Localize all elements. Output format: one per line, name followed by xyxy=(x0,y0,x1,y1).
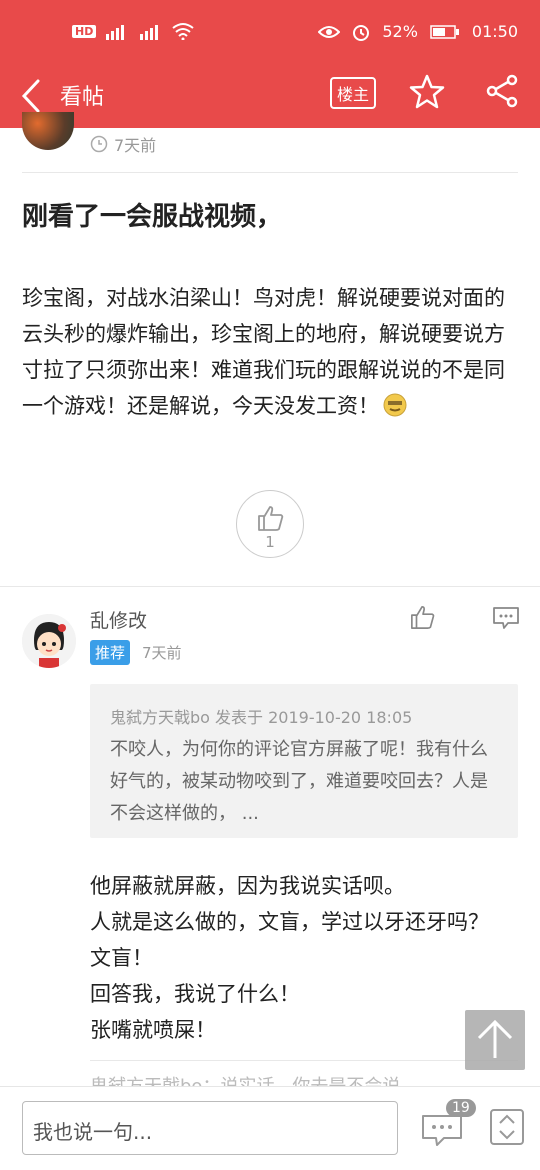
comment-time: 7天前 xyxy=(142,644,182,662)
emoji-icon xyxy=(383,393,407,417)
back-to-top-button[interactable] xyxy=(465,1010,525,1070)
owner-only-button[interactable]: 楼主 xyxy=(330,77,376,109)
post-title: 刚看了一会服战视频， xyxy=(22,202,283,232)
clock: 01:50 xyxy=(471,22,518,41)
favorite-star-icon[interactable] xyxy=(408,73,446,111)
eye-icon xyxy=(318,25,341,38)
author-time-text: 7天前 xyxy=(114,136,157,155)
comment-input[interactable]: 我也说一句... xyxy=(22,1101,398,1155)
arrow-up-icon xyxy=(477,1019,513,1058)
status-right: 52% 01:50 xyxy=(318,22,518,41)
divider xyxy=(90,1060,518,1061)
section-divider xyxy=(0,586,540,587)
alarm-icon xyxy=(353,24,370,41)
author-avatar[interactable] xyxy=(22,112,74,150)
quoted-comment[interactable]: 鬼弑方天戟bo 发表于 2019-10-20 18:05 不咬人，为何你的评论官… xyxy=(90,684,518,838)
divider xyxy=(22,172,518,173)
comment-count-badge: 19 xyxy=(446,1099,476,1117)
thumbs-up-icon xyxy=(258,506,284,531)
comment-like-icon[interactable] xyxy=(410,604,436,630)
reply-text: 他屏蔽就屏蔽，因为我说实话呗。 人就是这么做的，文盲，学过以牙还牙吗？ 文盲！ … xyxy=(90,874,489,1042)
bottom-bar: 我也说一句... 19 xyxy=(0,1086,540,1170)
recommend-badge: 推荐 xyxy=(90,640,131,665)
post-body: 珍宝阁，对战水泊梁山！鸟对虎！解说硬要说对面的云头秒的爆炸输出，珍宝阁上的地府，… xyxy=(22,280,518,424)
hd-indicator: HD xyxy=(72,24,97,38)
comments-icon[interactable] xyxy=(420,1113,464,1147)
commenter-avatar[interactable] xyxy=(22,614,76,668)
quote-text: 不咬人，为何你的评论官方屏蔽了呢！我有什么好气的，被某动物咬到了，难道要咬回去？… xyxy=(110,739,488,824)
expand-icon xyxy=(499,1114,515,1140)
jump-floor-button[interactable] xyxy=(490,1109,524,1145)
signal-icon-2 xyxy=(140,25,159,40)
page-title: 看帖 xyxy=(60,85,105,110)
next-comment-snippet: 鬼弑方天戟bo：说实话，你去是不会说 xyxy=(90,1072,520,1086)
post-like-button[interactable]: 1 xyxy=(236,490,304,558)
app-bar: 看帖 楼主 xyxy=(0,64,540,128)
signal-icon xyxy=(106,25,125,40)
avatar-illustration xyxy=(22,614,76,668)
back-icon[interactable] xyxy=(18,78,46,114)
commenter-username[interactable]: 乱修改 xyxy=(90,606,147,633)
share-icon[interactable] xyxy=(486,74,520,108)
status-bar: HD 52% 01:50 xyxy=(0,0,540,64)
owner-only-label: 楼主 xyxy=(336,85,369,104)
battery-icon xyxy=(430,24,459,39)
quote-meta: 鬼弑方天戟bo 发表于 2019-10-20 18:05 xyxy=(110,708,413,727)
author-post-time: 7天前 xyxy=(90,132,156,156)
wifi-icon xyxy=(172,23,194,40)
status-left: HD xyxy=(72,22,194,40)
battery-percent: 52% xyxy=(382,22,418,41)
post-like-count: 1 xyxy=(265,533,275,551)
clock-icon xyxy=(90,135,108,153)
post-body-text: 珍宝阁，对战水泊梁山！鸟对虎！解说硬要说对面的云头秒的爆炸输出，珍宝阁上的地府，… xyxy=(22,286,505,418)
reply-comment-icon[interactable] xyxy=(492,606,520,630)
